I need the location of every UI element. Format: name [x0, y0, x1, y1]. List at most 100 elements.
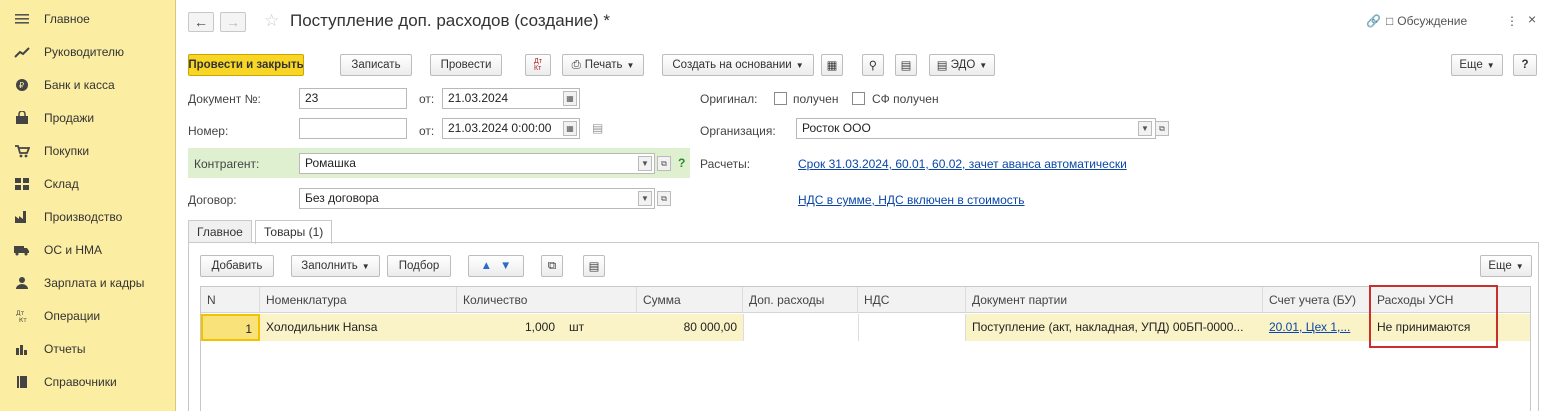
- forward-button[interactable]: →: [220, 12, 246, 32]
- bar-chart-icon: [14, 342, 30, 356]
- cell-vat[interactable]: [858, 314, 966, 341]
- save-button[interactable]: Записать: [340, 54, 412, 76]
- page-title: Поступление доп. расходов (создание) *: [290, 11, 610, 30]
- main-area: ← → ☆ Поступление доп. расходов (создани…: [176, 0, 1559, 411]
- more-label: Еще: [1459, 59, 1483, 71]
- svg-text:Дт: Дт: [16, 310, 25, 317]
- link-icon[interactable]: 🔗: [1366, 14, 1381, 28]
- open-icon[interactable]: ⧉: [657, 191, 671, 206]
- column-header-qty[interactable]: Количество: [457, 287, 637, 313]
- column-header-account[interactable]: Счет учета (БУ): [1263, 287, 1371, 313]
- sidebar-item-label: Руководителю: [44, 44, 125, 59]
- sf-received-checkbox[interactable]: [852, 92, 865, 105]
- close-icon[interactable]: ×: [1528, 11, 1536, 27]
- print-button[interactable]: ⎙ Печать ▼: [562, 54, 644, 76]
- number-label: Номер:: [188, 124, 229, 138]
- sidebar-item-bank[interactable]: ₽ Банк и касса: [0, 68, 176, 101]
- paste-button[interactable]: ▤: [583, 255, 605, 277]
- fill-button[interactable]: Заполнить ▼: [291, 255, 380, 277]
- vat-link[interactable]: НДС в сумме, НДС включен в стоимость: [798, 193, 1025, 207]
- doc-date-field[interactable]: 21.03.2024: [442, 88, 580, 109]
- documents-button[interactable]: ▤: [895, 54, 917, 76]
- column-header-vat[interactable]: НДС: [858, 287, 966, 313]
- tab-main[interactable]: Главное: [188, 220, 252, 243]
- sidebar-item-salary[interactable]: Зарплата и кадры: [0, 266, 176, 299]
- sidebar-item-label: Отчеты: [44, 341, 86, 356]
- open-icon[interactable]: ⧉: [657, 156, 671, 171]
- scan-icon[interactable]: ▤: [592, 121, 603, 135]
- arrow-down-icon[interactable]: ▼: [500, 260, 511, 272]
- calendar-icon[interactable]: ▦: [563, 91, 577, 106]
- doc-no-field[interactable]: 23: [299, 88, 407, 109]
- goods-more-label: Еще: [1488, 260, 1512, 272]
- more-vertical-icon[interactable]: ⋮: [1506, 14, 1518, 28]
- sidebar-item-purchases[interactable]: Покупки: [0, 134, 176, 167]
- table-row[interactable]: 1 Холодильник Hansa 1,000 шт 80 000,00 П…: [201, 314, 1530, 341]
- chevron-down-icon[interactable]: ▼: [638, 191, 652, 206]
- cell-qty[interactable]: 1,000: [457, 314, 561, 341]
- create-on-basis-button[interactable]: Создать на основании ▼: [662, 54, 814, 76]
- warehouse-icon: [14, 177, 30, 191]
- structure-button[interactable]: ▦: [821, 54, 843, 76]
- help-question-icon[interactable]: ?: [678, 156, 685, 170]
- organization-field[interactable]: Росток ООО: [796, 118, 1156, 139]
- cell-batch-doc[interactable]: Поступление (акт, накладная, УПД) 00БП-0…: [966, 314, 1263, 341]
- calendar-icon[interactable]: ▦: [563, 121, 577, 136]
- cell-unit[interactable]: шт: [563, 314, 633, 341]
- arrow-up-icon[interactable]: ▲: [481, 260, 492, 272]
- cell-n[interactable]: 1: [201, 314, 260, 341]
- sidebar-item-sales[interactable]: Продажи: [0, 101, 176, 134]
- sidebar-item-main[interactable]: Главное: [0, 2, 176, 35]
- tab-goods[interactable]: Товары (1): [255, 220, 333, 244]
- pick-button[interactable]: Подбор: [387, 255, 451, 277]
- number-date-field[interactable]: 21.03.2024 0:00:00: [442, 118, 580, 139]
- dt-kt-button[interactable]: Дт Кт: [525, 54, 551, 76]
- chevron-down-icon[interactable]: ▼: [1138, 121, 1152, 136]
- column-header-n[interactable]: N: [201, 287, 260, 313]
- original-received-checkbox[interactable]: [774, 92, 787, 105]
- counterparty-field[interactable]: Ромашка: [299, 153, 655, 174]
- number-field[interactable]: [299, 118, 407, 139]
- doc-no-label: Документ №:: [188, 92, 261, 106]
- sidebar-item-warehouse[interactable]: Склад: [0, 167, 176, 200]
- sidebar-item-label: Зарплата и кадры: [44, 275, 145, 290]
- chevron-down-icon: ▼: [795, 60, 804, 70]
- open-icon[interactable]: ⧉: [1155, 121, 1169, 136]
- more-button[interactable]: Еще ▼: [1451, 54, 1503, 76]
- help-button[interactable]: ?: [1513, 54, 1537, 76]
- cell-item[interactable]: Холодильник Hansa: [260, 314, 457, 341]
- discussion-button[interactable]: □ Обсуждение: [1386, 14, 1467, 28]
- sidebar-item-reports[interactable]: Отчеты: [0, 332, 176, 365]
- sidebar-item-operations[interactable]: Дт Кт Операции: [0, 299, 176, 332]
- favorite-star-icon[interactable]: ☆: [264, 11, 279, 31]
- column-header-batch-doc[interactable]: Документ партии: [966, 287, 1263, 313]
- cell-sum[interactable]: 80 000,00: [637, 314, 743, 341]
- move-up-down-button[interactable]: ▲ ▼: [468, 255, 524, 277]
- chevron-down-icon: ▼: [626, 60, 635, 70]
- column-header-item[interactable]: Номенклатура: [260, 287, 457, 313]
- paperclip-icon: ⚲: [868, 60, 878, 72]
- cell-account[interactable]: 20.01, Цех 1,...: [1263, 314, 1371, 341]
- attach-button[interactable]: ⚲: [862, 54, 884, 76]
- contract-field[interactable]: Без договора: [299, 188, 655, 209]
- cell-extra[interactable]: [743, 314, 858, 341]
- coin-icon: ₽: [14, 78, 30, 92]
- post-button[interactable]: Провести: [430, 54, 502, 76]
- settlements-link[interactable]: Срок 31.03.2024, 60.01, 60.02, зачет ава…: [798, 157, 1127, 171]
- column-header-sum[interactable]: Сумма: [637, 287, 743, 313]
- column-header-extra[interactable]: Доп. расходы: [743, 287, 858, 313]
- sidebar-item-directories[interactable]: Справочники: [0, 365, 176, 398]
- add-button[interactable]: Добавить: [200, 255, 274, 277]
- goods-more-button[interactable]: Еще ▼: [1480, 255, 1532, 277]
- post-and-close-button[interactable]: Провести и закрыть: [188, 54, 304, 76]
- chevron-down-icon: ▼: [1486, 60, 1495, 70]
- svg-text:Кт: Кт: [19, 317, 27, 323]
- sidebar-item-manager[interactable]: Руководителю: [0, 35, 176, 68]
- sidebar-item-production[interactable]: Производство: [0, 200, 176, 233]
- sidebar-item-assets[interactable]: ОС и НМА: [0, 233, 176, 266]
- copy-button[interactable]: ⧉: [541, 255, 563, 277]
- edo-button[interactable]: ▤ ЭДО ▼: [929, 54, 995, 76]
- chevron-down-icon[interactable]: ▼: [638, 156, 652, 171]
- arrow-left-icon: ←: [194, 14, 208, 30]
- back-button[interactable]: ←: [188, 12, 214, 32]
